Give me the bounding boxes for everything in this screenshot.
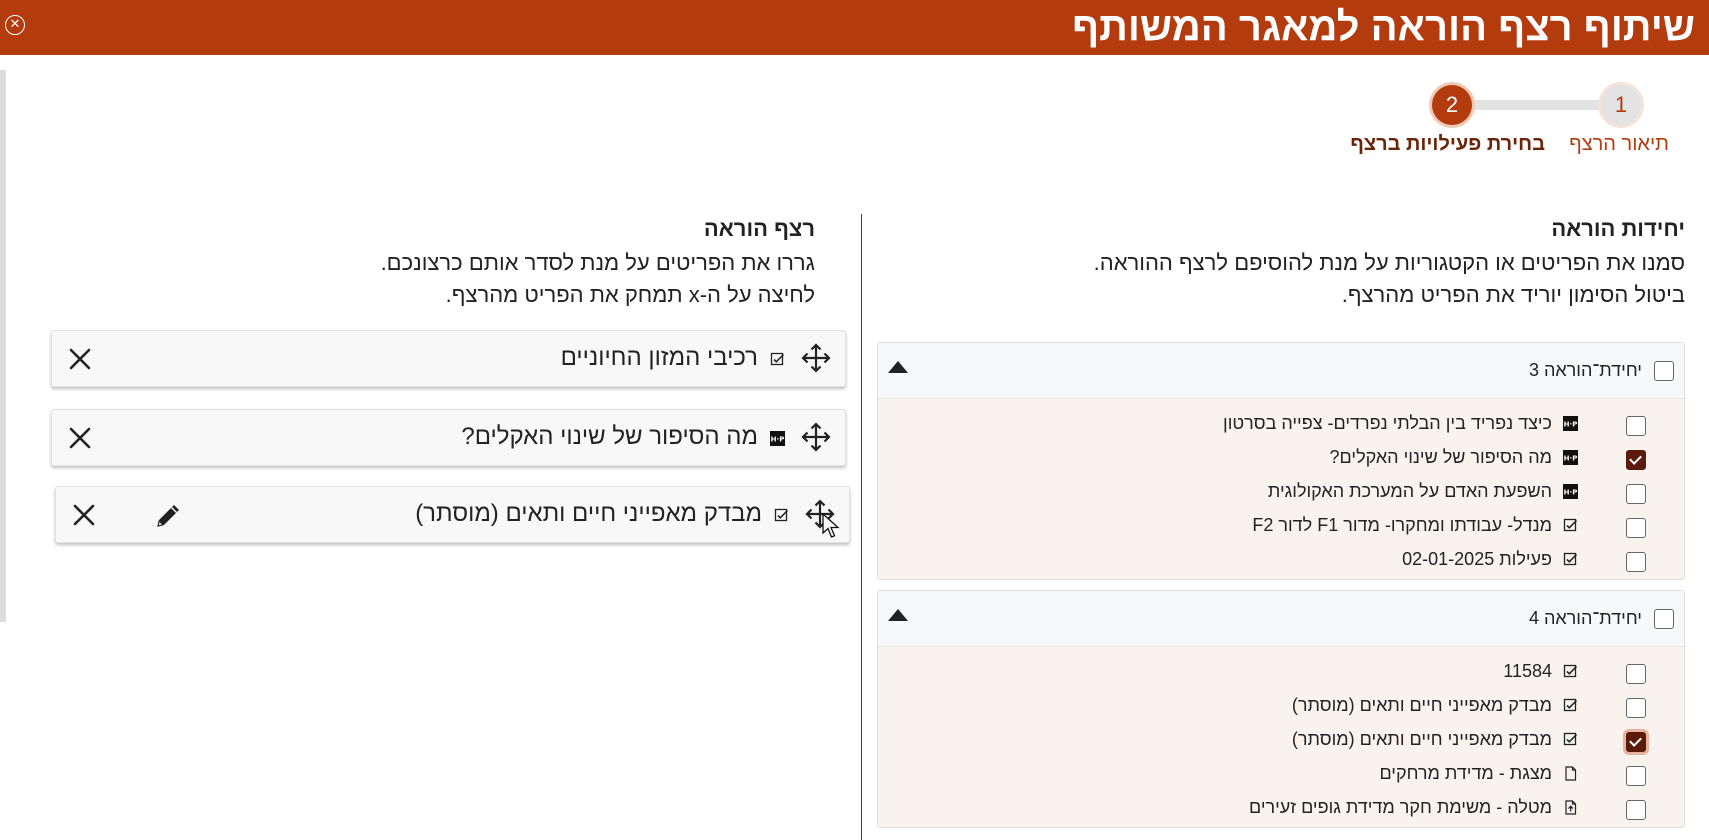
unit-list-item[interactable]: פעילות 02-01-2025 bbox=[878, 543, 1684, 575]
step-1-circle[interactable]: 1 bbox=[1601, 85, 1641, 125]
checklist-icon bbox=[1563, 552, 1578, 567]
unit-header[interactable]: יחידת־הוראה 4 bbox=[878, 591, 1684, 647]
drag-move-icon[interactable] bbox=[801, 422, 831, 452]
checklist-icon bbox=[1563, 664, 1578, 679]
sequence-item-label: מה הסיפור של שינוי האקלים? bbox=[461, 423, 758, 450]
sequence-item-label: מבדק מאפייני חיים ותאים (מוסתר) bbox=[415, 500, 762, 527]
item-checkbox[interactable] bbox=[1626, 800, 1646, 820]
page-title: שיתוף רצף הוראה למאגר המשותף bbox=[1072, 5, 1695, 49]
remove-x-icon[interactable] bbox=[66, 345, 94, 373]
mouse-cursor-icon bbox=[821, 512, 843, 539]
h5p-icon: H·P bbox=[1563, 450, 1578, 465]
h5p-icon: H·P bbox=[1563, 416, 1578, 431]
item-label: מנדל- עבודתו ומחקרו- מדור F1 לדור F2 bbox=[1252, 515, 1552, 535]
checklist-icon bbox=[770, 352, 785, 367]
svg-text:H·P: H·P bbox=[1564, 489, 1578, 497]
sequence-item-card[interactable]: H·P מה הסיפור של שינוי האקלים? bbox=[51, 409, 846, 466]
unit-list-item[interactable]: H·P השפעת האדם על המערכת האקולוגית bbox=[878, 475, 1684, 507]
sequence-desc-line: לחיצה על ה-x תמחק את הפריט מהרצף. bbox=[445, 282, 815, 307]
unit-title: יחידת־הוראה 4 bbox=[1528, 608, 1642, 628]
item-label: מבדק מאפייני חיים ותאים (מוסתר) bbox=[1291, 729, 1552, 749]
unit-list-item[interactable]: מבדק מאפייני חיים ותאים (מוסתר) bbox=[878, 689, 1684, 721]
h5p-icon: H·P bbox=[1563, 484, 1578, 499]
checklist-icon bbox=[1563, 518, 1578, 533]
item-checkbox[interactable] bbox=[1626, 552, 1646, 572]
document-icon bbox=[1563, 766, 1578, 781]
remove-x-icon[interactable] bbox=[66, 424, 94, 452]
scrollbar[interactable] bbox=[0, 70, 6, 622]
unit-card: יחידת־הוראה 4 11584 מבדק מאפייני חיים ותאי… bbox=[877, 590, 1685, 828]
unit-checkbox[interactable] bbox=[1654, 609, 1674, 629]
svg-text:H·P: H·P bbox=[1564, 455, 1578, 463]
stepper-track bbox=[1452, 100, 1622, 110]
item-checkbox[interactable] bbox=[1626, 518, 1646, 538]
item-checkbox[interactable] bbox=[1626, 450, 1646, 470]
units-desc-line: סמנו את הפריטים או הקטגוריות על מנת להוס… bbox=[1093, 250, 1685, 275]
remove-x-icon[interactable] bbox=[70, 501, 98, 529]
unit-title: יחידת־הוראה 3 bbox=[1528, 360, 1642, 380]
unit-list-item[interactable]: H·P מה הסיפור של שינוי האקלים? bbox=[878, 441, 1684, 473]
collapse-triangle-icon[interactable] bbox=[888, 609, 908, 621]
sequence-item-label: רכיבי המזון החיוניים bbox=[560, 344, 758, 371]
item-checkbox[interactable] bbox=[1626, 416, 1646, 436]
sequence-item-card[interactable]: רכיבי המזון החיוניים bbox=[51, 330, 846, 387]
step-2-label[interactable]: בחירת פעילויות ברצף bbox=[1350, 133, 1545, 156]
sequence-description: גררו את הפריטים על מנת לסדר אותם כרצונכם… bbox=[381, 247, 815, 311]
item-label: מצגת - מדידת מרחקים bbox=[1379, 763, 1552, 783]
unit-list-item[interactable]: מבדק מאפייני חיים ותאים (מוסתר) bbox=[878, 723, 1684, 755]
item-checkbox[interactable] bbox=[1626, 664, 1646, 684]
panel-divider bbox=[861, 214, 862, 840]
page-header: ✕ שיתוף רצף הוראה למאגר המשותף bbox=[0, 0, 1709, 55]
item-checkbox[interactable] bbox=[1626, 698, 1646, 718]
item-label: מטלה - משימת חקר מדידת גופים זעירים bbox=[1248, 797, 1552, 817]
unit-checkbox[interactable] bbox=[1654, 361, 1674, 381]
sequence-desc-line: גררו את הפריטים על מנת לסדר אותם כרצונכם… bbox=[380, 250, 815, 275]
unit-list-item[interactable]: מטלה - משימת חקר מדידת גופים זעירים bbox=[878, 791, 1684, 823]
checklist-icon bbox=[774, 508, 789, 523]
unit-list-item[interactable]: מצגת - מדידת מרחקים bbox=[878, 757, 1684, 789]
edit-pencil-icon[interactable] bbox=[154, 500, 184, 530]
sequence-item-card[interactable]: מבדק מאפייני חיים ותאים (מוסתר) bbox=[55, 486, 850, 543]
svg-text:H·P: H·P bbox=[1564, 421, 1578, 429]
collapse-triangle-icon[interactable] bbox=[888, 361, 908, 373]
step-1-label[interactable]: תיאור הרצף bbox=[1569, 133, 1669, 156]
upload-document-icon bbox=[1563, 800, 1578, 815]
unit-list-item[interactable]: H·P כיצד נפריד בין הבלתי נפרדים- צפייה בס… bbox=[878, 407, 1684, 439]
item-label: השפעת האדם על המערכת האקולוגית bbox=[1267, 481, 1552, 501]
checklist-icon bbox=[1563, 732, 1578, 747]
close-icon[interactable]: ✕ bbox=[5, 15, 25, 35]
unit-list-item[interactable]: מנדל- עבודתו ומחקרו- מדור F1 לדור F2 bbox=[878, 509, 1684, 541]
units-heading: יחידות הוראה bbox=[1551, 216, 1685, 241]
units-description: סמנו את הפריטים או הקטגוריות על מנת להוס… bbox=[1094, 247, 1685, 311]
unit-card: יחידת־הוראה 3 H·P כיצד נפריד בין הבלתי נפר… bbox=[877, 342, 1685, 580]
units-desc-line: ביטול הסימון יוריד את הפריט מהרצף. bbox=[1341, 282, 1685, 307]
item-checkbox[interactable] bbox=[1626, 732, 1646, 752]
item-label: מבדק מאפייני חיים ותאים (מוסתר) bbox=[1291, 695, 1552, 715]
step-2-circle[interactable]: 2 bbox=[1432, 85, 1472, 125]
item-checkbox[interactable] bbox=[1626, 766, 1646, 786]
item-label: כיצד נפריד בין הבלתי נפרדים- צפייה בסרטו… bbox=[1223, 413, 1552, 433]
h5p-icon: H·P bbox=[770, 431, 785, 446]
sequence-heading: רצף הוראה bbox=[703, 216, 815, 241]
item-label: 11584 bbox=[1503, 661, 1552, 681]
unit-list-item[interactable]: 11584 bbox=[878, 655, 1684, 687]
checklist-icon bbox=[1563, 698, 1578, 713]
item-label: מה הסיפור של שינוי האקלים? bbox=[1329, 447, 1552, 467]
svg-text:H·P: H·P bbox=[771, 436, 785, 444]
drag-move-icon[interactable] bbox=[801, 343, 831, 373]
item-label: פעילות 02-01-2025 bbox=[1402, 549, 1552, 569]
unit-header[interactable]: יחידת־הוראה 3 bbox=[878, 343, 1684, 399]
item-checkbox[interactable] bbox=[1626, 484, 1646, 504]
